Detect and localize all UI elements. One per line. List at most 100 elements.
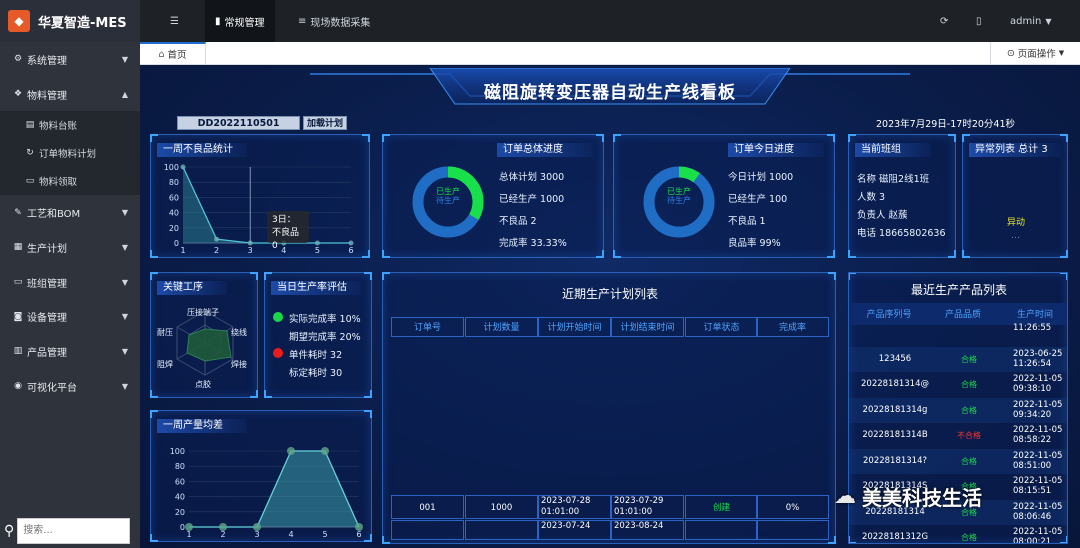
table-cell: 合格 [961, 456, 977, 466]
dashboard-title: 磁阻旋转变压器自动生产线看板 [484, 83, 736, 103]
panel-corner [1060, 134, 1068, 142]
chevron-down-icon: ▼ [121, 381, 128, 391]
sidebar: ⚙ 系统管理 ▼ ❖ 物料管理 ▲ ▤ 物料台账 ↻ 订单物料计划 ▭ 物料领取 ✎ 工艺和BO… [0, 42, 140, 548]
refresh-icon[interactable]: ⟳ [930, 0, 958, 42]
panel-corner [150, 272, 158, 280]
table-row: 20228181312G 合格 2022-11-05 08:00:21 [849, 525, 1067, 543]
search-icon: ⚲ [4, 522, 15, 539]
donut-label: 已生产 待生产 [667, 187, 691, 205]
user-menu[interactable]: admin ▼ [1000, 0, 1062, 42]
panel-corner [364, 272, 372, 280]
datetime-display: 2023年7月29日-17时20分41秒 [876, 119, 1016, 130]
y-tick-label: 60 [169, 193, 179, 202]
shift-line: 电话 18665802636 [857, 228, 946, 239]
sidebar-item-process-bom[interactable]: ✎ 工艺和BOM ▼ [0, 195, 140, 230]
panel-corner [382, 536, 390, 544]
column-header: 计划开始时间 [538, 317, 611, 337]
search-input[interactable] [17, 517, 131, 544]
status-dot-green [273, 312, 283, 322]
panel-corner [827, 134, 835, 142]
table-cell: 20228181314B [862, 430, 928, 440]
panel-corner [828, 272, 836, 280]
status-dot-red [273, 348, 283, 358]
x-tick-label: 4 [288, 530, 293, 539]
x-tick-label: 5 [315, 246, 320, 255]
anomaly-panel: 异常列表 总计 3 异动 … [962, 134, 1068, 258]
table-row: 123456 合格 2023-06-25 11:26:54 [849, 346, 1067, 372]
column-header: 产品序列号 [866, 310, 912, 320]
panel-corner [848, 134, 856, 142]
x-tick-label: 3 [248, 246, 253, 255]
app-logo: ◆ 华夏智造-MES [0, 0, 140, 42]
panel-corner [1060, 250, 1068, 258]
book-icon: ▤ [25, 120, 35, 131]
table-cell: 合格 [961, 405, 977, 415]
y-tick-label: 80 [169, 178, 179, 187]
shift-line: 名称 磁阻2线1班 [857, 174, 930, 185]
weekly-variance-panel: 一周产量均差 0 20 40 60 80 100 1 2 3 4 5 6 [150, 410, 372, 542]
panel-corner [596, 134, 604, 142]
weekly-variance-chart: 0 20 40 60 80 100 1 2 3 4 5 6 [170, 447, 363, 539]
panel-corner [1060, 273, 1067, 280]
chart-tooltip: 3日： 不良品0 [267, 211, 309, 251]
daily-rate-panel: 当日生产率评估 实际完成率 10% 期望完成率 20% 单件耗时 32 标定耗时… [264, 272, 372, 398]
home-icon: ▮ [215, 15, 221, 27]
y-tick-label: 0 [180, 523, 185, 532]
menu-toggle-icon[interactable]: ☰ [160, 0, 189, 42]
sidebar-item-visualization[interactable]: ◉ 可视化平台 ▼ [0, 369, 140, 404]
panel-corner [150, 250, 158, 258]
sidebar-item-production-plan[interactable]: ▦ 生产计划 ▼ [0, 230, 140, 265]
y-tick-label: 20 [169, 224, 179, 233]
wechat-icon: ☁ [834, 483, 856, 509]
recent-products-title: 最近生产产品列表 [910, 283, 1007, 297]
panel-corner [828, 536, 836, 544]
table-cell: 1000 [465, 495, 538, 519]
panel-corner [364, 390, 372, 398]
sidebar-item-material[interactable]: ❖ 物料管理 ▲ [0, 77, 140, 112]
y-tick-label: 100 [164, 163, 179, 172]
chevron-down-icon: ▼ [121, 242, 128, 252]
table-row: 20228181314g 合格 2022-11-05 09:34:20 [849, 397, 1067, 423]
tab-home[interactable]: ⌂ 首页 [140, 42, 206, 64]
sidebar-item-team[interactable]: ▭ 班组管理 ▼ [0, 265, 140, 300]
target-icon: ⊙ [1006, 47, 1015, 59]
panel-corner [848, 250, 856, 258]
order-today-panel: 订单今日进度 已生产 待生产 今日计划 1000 已经生产 100 不良品 1 … [613, 134, 835, 258]
sidebar-subitem-ledger[interactable]: ▤ 物料台账 [0, 111, 140, 140]
calendar-icon: ▦ [13, 242, 23, 253]
anomaly-item[interactable]: 异动 [1007, 215, 1025, 228]
panel-title: 当前班组 [855, 143, 931, 157]
x-tick-label: 1 [180, 246, 185, 255]
panel-corner [948, 134, 956, 142]
gears-icon: ⚙ [13, 54, 23, 65]
shift-line: 人数 3 [857, 192, 886, 203]
sidebar-item-product[interactable]: ▥ 产品管理 ▼ [0, 334, 140, 369]
panel-corner [849, 536, 856, 543]
order-total-line: 不良品 2 [499, 216, 537, 227]
data-point [253, 523, 261, 531]
device-icon: ◙ [13, 311, 23, 322]
y-tick-label: 40 [175, 493, 185, 502]
page-ops-menu[interactable]: ⊙ 页面操作 ▼ [990, 42, 1080, 64]
radar-axis-label: 耐压 [157, 328, 173, 337]
sidebar-item-system[interactable]: ⚙ 系统管理 ▼ [0, 42, 140, 77]
column-header: 生产时间 [1016, 310, 1053, 320]
panel-corner [250, 390, 258, 398]
table-cell: 合格 [961, 354, 977, 364]
sidebar-subitem-order-plan[interactable]: ↻ 订单物料计划 [0, 139, 140, 168]
plan-number-input[interactable]: DD2022110501 [177, 116, 300, 130]
order-total-line: 已经生产 1000 [499, 194, 565, 205]
sidebar-item-equipment[interactable]: ◙ 设备管理 ▼ [0, 299, 140, 334]
table-cell: 20228181312G [861, 532, 929, 542]
panel-corner [362, 250, 370, 258]
radar-axis-label: 阻焊 [157, 360, 173, 369]
table-row: 20228181314B 不合格 2022-11-05 08:58:22 [849, 423, 1067, 448]
load-plan-button[interactable]: 加载计划 [303, 116, 347, 130]
column-header: 订单状态 [685, 317, 758, 337]
weekly-defects-panel: 一周不良品统计 0 20 40 60 80 100 1 2 3 4 5 6 3日： 不良品0 [150, 134, 370, 258]
sidebar-subitem-pickup[interactable]: ▭ 物料领取 [0, 167, 140, 196]
trash-icon[interactable]: ▯ [966, 0, 992, 42]
tab-general[interactable]: ▮ 常规管理 [205, 0, 275, 42]
tab-data-collection[interactable]: ≡ 现场数据采集 [288, 0, 380, 42]
panel-corner [962, 134, 970, 142]
